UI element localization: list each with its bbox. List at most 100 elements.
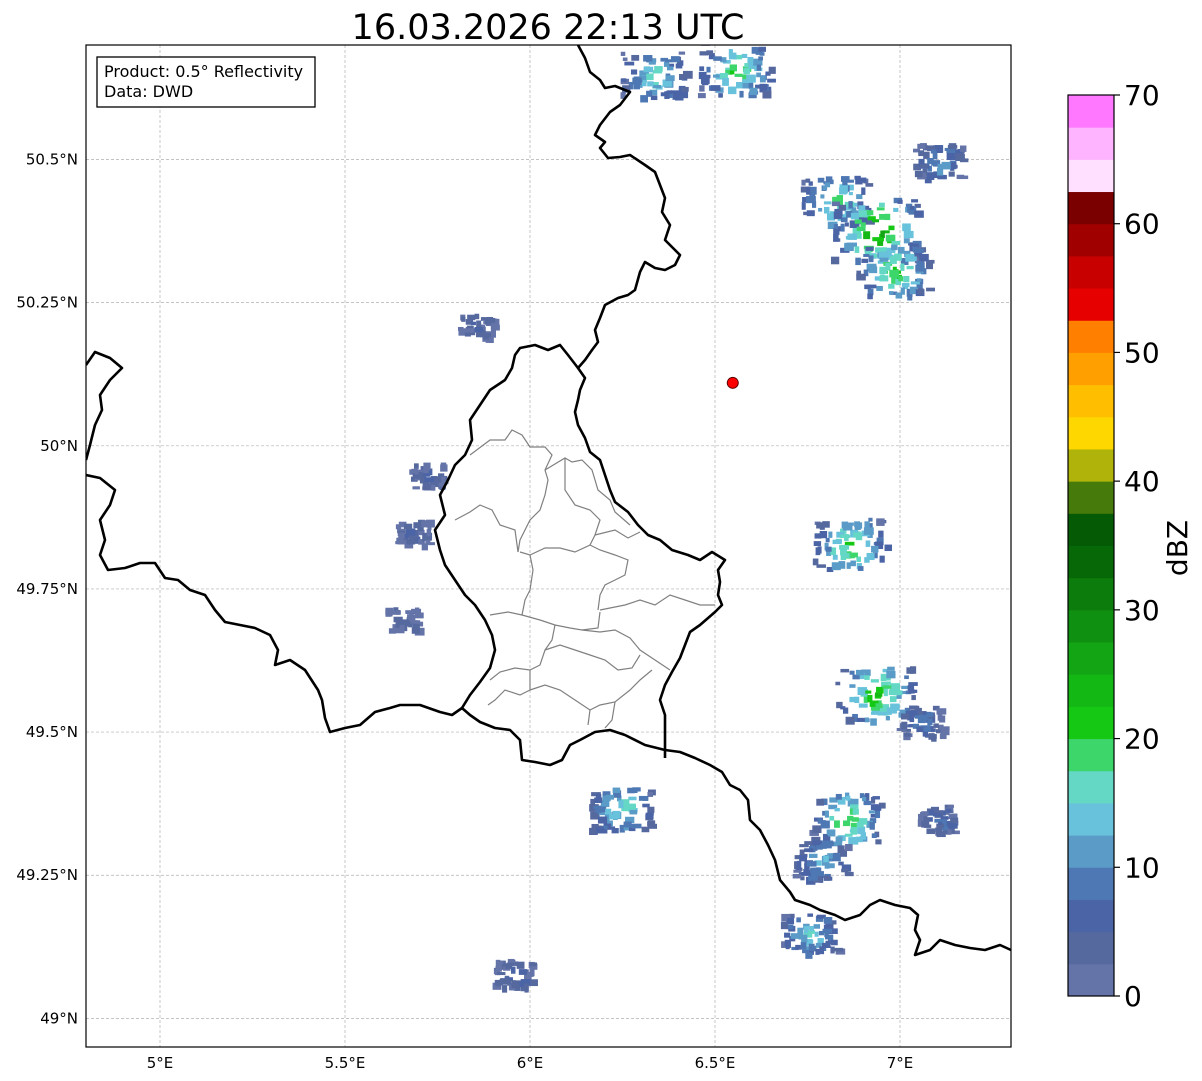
colorbar-swatch <box>1068 223 1114 257</box>
echo-pixel <box>805 952 813 959</box>
latitude-tick-labels: 49°N 49.25°N 49.5°N 49.75°N 50°N 50.25°N 50.5°… <box>16 151 78 1028</box>
echo-pixel <box>850 827 858 835</box>
echo-pixel <box>728 86 737 95</box>
echo-pixel <box>863 231 871 240</box>
colorbar-swatch <box>1068 513 1114 546</box>
echo-pixel <box>879 257 889 262</box>
echo-pixel <box>623 821 632 828</box>
colorbar-tick-label: 40 <box>1124 465 1160 498</box>
echo-pixel <box>822 521 830 528</box>
echo-pixel <box>861 258 869 263</box>
echo-pixel <box>888 689 898 696</box>
echo-pixel <box>926 828 936 835</box>
echo-pixel <box>856 822 864 828</box>
echo-pixel <box>835 681 841 686</box>
echo-pixel <box>405 610 413 614</box>
echo-pixel <box>855 257 861 266</box>
echo-pixel <box>908 689 915 694</box>
echo-pixel <box>824 935 833 940</box>
echo-pixel <box>801 179 806 186</box>
echo-pixel <box>713 56 722 61</box>
echo-pixel <box>831 562 841 571</box>
echo-pixel <box>642 803 650 808</box>
echo-pixel <box>741 53 748 58</box>
echo-pixel <box>844 222 849 227</box>
echo-pixel <box>593 806 601 810</box>
echo-pixel <box>867 293 873 300</box>
echo-pixel <box>834 820 840 828</box>
echo-pixel <box>854 524 861 531</box>
echo-pixel <box>804 848 814 853</box>
echo-pixel <box>906 265 914 270</box>
echo-pixel <box>919 164 929 168</box>
echo-pixel <box>923 151 930 159</box>
echo-pixel <box>849 552 858 558</box>
echo-pixel <box>885 234 896 242</box>
echo-pixel <box>519 981 525 988</box>
echo-pixel <box>933 723 939 728</box>
echo-pixel <box>908 682 918 686</box>
lat-tick-label: 49.25°N <box>16 866 78 884</box>
colorbar-swatch <box>1068 577 1114 611</box>
echo-pixel <box>629 809 638 815</box>
echo-pixel <box>852 808 859 815</box>
echo-pixel <box>856 226 866 232</box>
echo-pixel <box>848 201 853 209</box>
echo-pixel <box>886 707 895 713</box>
echo-pixel <box>865 246 874 251</box>
colorbar-swatch <box>1068 963 1114 997</box>
echo-pixel <box>631 54 640 61</box>
colorbar-swatch <box>1068 802 1114 836</box>
echo-pixel <box>506 962 515 966</box>
echo-pixel <box>874 810 881 819</box>
echo-pixel <box>923 824 932 828</box>
echo-pixel <box>729 64 738 72</box>
echo-pixel <box>879 213 886 220</box>
echo-pixel <box>844 833 853 837</box>
echo-pixel <box>910 205 915 210</box>
echo-pixel <box>870 718 877 726</box>
echo-pixel <box>806 872 811 876</box>
echo-pixel <box>744 63 749 68</box>
echo-pixel <box>411 627 421 634</box>
echo-pixel <box>703 74 711 79</box>
echo-pixel <box>712 74 720 78</box>
echo-pixel <box>811 845 816 849</box>
echo-pixel <box>860 222 866 227</box>
echo-pixel <box>901 721 908 730</box>
echo-pixel <box>663 62 670 67</box>
echo-pixel <box>831 853 841 862</box>
echo-pixel <box>818 207 823 212</box>
lat-tick-label: 50.25°N <box>16 294 78 312</box>
echo-pixel <box>597 816 608 824</box>
echo-pixel <box>914 715 920 719</box>
colorbar-swatch <box>1068 416 1114 450</box>
echo-pixel <box>903 230 914 239</box>
echo-pixel <box>640 95 648 103</box>
echo-pixel <box>622 57 628 61</box>
echo-pixel <box>596 827 605 834</box>
echo-pixel <box>406 539 416 545</box>
echo-pixel <box>858 210 867 218</box>
echo-pixel <box>718 93 723 98</box>
echo-pixel <box>854 175 861 180</box>
echo-pixel <box>393 607 399 611</box>
echo-pixel <box>845 844 853 852</box>
echo-pixel <box>916 284 923 289</box>
echo-pixel <box>878 530 884 538</box>
echo-pixel <box>831 939 838 946</box>
echo-pixel <box>856 194 863 200</box>
echo-pixel <box>516 961 525 969</box>
echo-pixel <box>900 263 905 271</box>
echo-pixel <box>909 705 918 710</box>
colorbar-swatch <box>1068 738 1114 772</box>
echo-pixel <box>618 800 624 809</box>
echo-pixel <box>790 933 800 939</box>
echo-pixel <box>861 796 867 802</box>
echo-pixel <box>697 93 706 99</box>
colorbar-swatch <box>1068 448 1114 482</box>
echo-pixel <box>647 791 654 797</box>
echo-pixel <box>706 66 711 73</box>
colorbar-swatch <box>1068 320 1114 353</box>
echo-pixel <box>932 813 942 817</box>
